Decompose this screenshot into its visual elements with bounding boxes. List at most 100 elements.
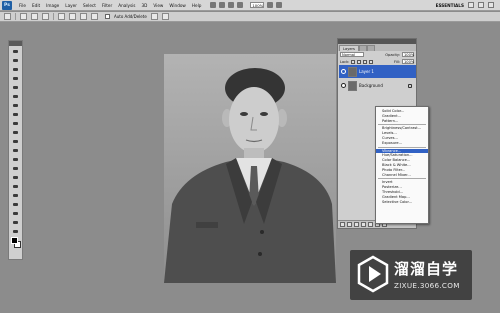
workspace-switcher[interactable]: ESSENTIALS bbox=[436, 3, 464, 8]
hand-tool-icon[interactable] bbox=[11, 228, 20, 235]
eyedropper-tool-icon[interactable] bbox=[11, 93, 20, 100]
menubar-right: ESSENTIALS bbox=[436, 2, 500, 8]
minimize-button[interactable] bbox=[468, 2, 474, 8]
blend-mode-select[interactable]: Normal bbox=[340, 52, 364, 57]
new-group-icon[interactable] bbox=[368, 222, 373, 227]
history-brush-tool-icon[interactable] bbox=[11, 129, 20, 136]
blur-tool-icon[interactable] bbox=[11, 156, 20, 163]
lasso-tool-icon[interactable] bbox=[11, 66, 20, 73]
menu-analysis[interactable]: Analysis bbox=[115, 3, 138, 8]
bridge-icon[interactable] bbox=[210, 2, 217, 8]
menu-item-channel-mixer[interactable]: Channel Mixer... bbox=[376, 173, 428, 178]
layer-name: Layer 1 bbox=[359, 69, 374, 74]
new-adjustment-layer-icon[interactable] bbox=[361, 222, 366, 227]
gradient-tool-icon[interactable] bbox=[11, 147, 20, 154]
menu-separator bbox=[378, 124, 426, 126]
brush-tool-icon[interactable] bbox=[11, 111, 20, 118]
menu-view[interactable]: View bbox=[150, 3, 166, 8]
play-logo-icon bbox=[357, 255, 389, 293]
blend-opacity-row: Normal Opacity: 100% bbox=[338, 51, 416, 58]
options-bar: Auto Add/Delete bbox=[0, 12, 500, 22]
auto-add-delete-checkbox[interactable] bbox=[105, 14, 110, 19]
menu-filter[interactable]: Filter bbox=[99, 3, 115, 8]
opacity-field[interactable]: 100% bbox=[402, 52, 414, 57]
menu-item-selective-color[interactable]: Selective Color... bbox=[376, 200, 428, 205]
visibility-eye-icon[interactable] bbox=[341, 69, 346, 74]
ellipse-icon[interactable] bbox=[91, 13, 98, 20]
lock-icon bbox=[408, 83, 412, 88]
tab-paths[interactable] bbox=[366, 45, 375, 51]
zoom-level-field[interactable]: 100% bbox=[250, 2, 265, 8]
menu-separator bbox=[378, 178, 426, 180]
path-selection-tool-icon[interactable] bbox=[11, 192, 20, 199]
lock-transparent-icon[interactable] bbox=[351, 59, 356, 64]
fill-field[interactable]: 100% bbox=[402, 59, 414, 64]
lock-position-icon[interactable] bbox=[363, 59, 368, 64]
menu-item-exposure[interactable]: Exposure... bbox=[376, 141, 428, 146]
clone-stamp-tool-icon[interactable] bbox=[11, 120, 20, 127]
shape-layers-icon[interactable] bbox=[20, 13, 27, 20]
add-mask-icon[interactable] bbox=[354, 222, 359, 227]
eraser-tool-icon[interactable] bbox=[11, 138, 20, 145]
path-subtract-icon[interactable] bbox=[161, 13, 169, 20]
pen-tool-icon[interactable] bbox=[11, 174, 20, 181]
menu-3d[interactable]: 3D bbox=[139, 3, 151, 8]
auto-add-delete-label: Auto Add/Delete bbox=[114, 14, 147, 19]
menu-window[interactable]: Window bbox=[166, 3, 189, 8]
link-layers-icon[interactable] bbox=[340, 222, 345, 227]
type-tool-icon[interactable] bbox=[11, 183, 20, 190]
layer-row-background[interactable]: Background bbox=[339, 79, 416, 92]
quick-selection-tool-icon[interactable] bbox=[11, 75, 20, 82]
hand-tool-icon[interactable] bbox=[228, 2, 235, 8]
layer-row-layer-1[interactable]: Layer 1 bbox=[339, 65, 416, 78]
freeform-pen-icon[interactable] bbox=[69, 13, 76, 20]
3d-orbit-tool-icon[interactable] bbox=[11, 219, 20, 226]
arrange-documents-icon[interactable] bbox=[267, 2, 274, 8]
vintage-boy-portrait bbox=[164, 54, 336, 283]
foreground-color-swatch[interactable] bbox=[11, 237, 18, 244]
menu-layer[interactable]: Layer bbox=[62, 3, 80, 8]
move-tool-icon[interactable] bbox=[11, 48, 20, 55]
menu-list: File Edit Image Layer Select Filter Anal… bbox=[16, 3, 204, 8]
pen-tool-preset-icon[interactable] bbox=[4, 13, 11, 20]
dodge-tool-icon[interactable] bbox=[11, 165, 20, 172]
menu-edit[interactable]: Edit bbox=[29, 3, 43, 8]
marquee-tool-icon[interactable] bbox=[11, 57, 20, 64]
mini-bridge-icon[interactable] bbox=[219, 2, 226, 8]
layer-style-icon[interactable] bbox=[347, 222, 352, 227]
crop-tool-icon[interactable] bbox=[11, 84, 20, 91]
menu-bar: Ps File Edit Image Layer Select Filter A… bbox=[0, 0, 500, 11]
lock-image-icon[interactable] bbox=[357, 59, 362, 64]
menu-file[interactable]: File bbox=[16, 3, 29, 8]
layer-thumbnail bbox=[348, 80, 357, 91]
menu-select[interactable]: Select bbox=[80, 3, 99, 8]
lock-label: Lock: bbox=[340, 59, 350, 64]
menu-image[interactable]: Image bbox=[43, 3, 62, 8]
divider bbox=[53, 13, 54, 20]
layers-panel-tabs: Layers bbox=[338, 44, 416, 51]
visibility-eye-icon[interactable] bbox=[341, 83, 346, 88]
close-button[interactable] bbox=[488, 2, 494, 8]
document-canvas[interactable] bbox=[164, 54, 336, 283]
path-combine-icon[interactable] bbox=[150, 13, 158, 20]
healing-brush-tool-icon[interactable] bbox=[11, 102, 20, 109]
menu-item-pattern[interactable]: Pattern... bbox=[376, 119, 428, 124]
divider bbox=[15, 13, 16, 20]
shape-tool-icon[interactable] bbox=[11, 201, 20, 208]
photoshop-logo: Ps bbox=[2, 0, 12, 10]
paths-icon[interactable] bbox=[31, 13, 38, 20]
tab-channels[interactable] bbox=[358, 45, 367, 51]
fill-pixels-icon[interactable] bbox=[42, 13, 49, 20]
toolbox-header[interactable] bbox=[9, 41, 22, 46]
opacity-label: Opacity: bbox=[385, 52, 400, 57]
maximize-button[interactable] bbox=[478, 2, 484, 8]
menu-help[interactable]: Help bbox=[189, 3, 205, 8]
tab-layers[interactable]: Layers bbox=[339, 45, 359, 51]
pen-icon[interactable] bbox=[58, 13, 65, 20]
rectangle-icon[interactable] bbox=[80, 13, 87, 20]
menubar-quick-icons: 100% bbox=[210, 2, 283, 8]
screen-mode-icon[interactable] bbox=[276, 2, 283, 8]
lock-all-icon[interactable] bbox=[369, 59, 374, 64]
3d-rotate-tool-icon[interactable] bbox=[11, 210, 20, 217]
zoom-tool-icon[interactable] bbox=[237, 2, 244, 8]
